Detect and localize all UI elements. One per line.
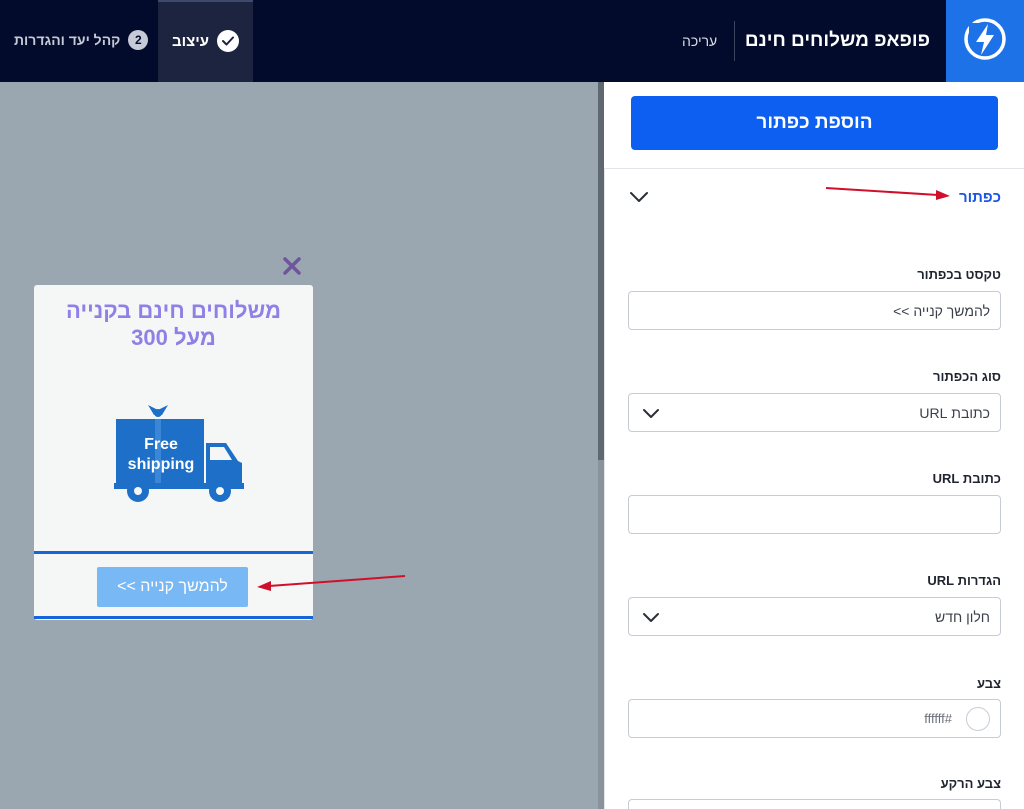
popup-preview[interactable]: משלוחים חינם בקנייה מעל 300 Free shippin… — [34, 285, 313, 620]
check-icon — [217, 30, 240, 52]
button-text-label: טקסט בכפתור — [917, 267, 1001, 282]
button-type-select[interactable]: כתובת URL — [628, 393, 1001, 432]
step-number-badge: 2 — [128, 30, 149, 50]
truck-text-free: Free — [144, 436, 178, 453]
url-label: כתובת URL — [932, 471, 1001, 486]
top-bar: 2 קהל יעד והגדרות עיצוב עריכה פופאפ משלו… — [0, 0, 1024, 82]
close-icon[interactable] — [280, 254, 304, 278]
button-text-input[interactable]: להמשך קנייה >> — [628, 291, 1001, 330]
color-swatch[interactable] — [966, 707, 990, 731]
url-settings-label: הגדרות URL — [927, 573, 1001, 588]
tab-audience-label: קהל יעד והגדרות — [14, 32, 121, 48]
tab-audience-settings[interactable]: 2 קהל יעד והגדרות — [14, 30, 149, 50]
chevron-down-icon[interactable] — [629, 190, 649, 209]
section-title-button[interactable]: כפתור — [959, 189, 1001, 206]
popup-divider-bottom — [34, 616, 313, 619]
app-title: פופאפ משלוחים חינם — [744, 30, 930, 51]
url-input[interactable] — [628, 495, 1001, 534]
bolt-icon — [961, 15, 1009, 68]
edit-link[interactable]: עריכה — [682, 33, 717, 49]
app-logo[interactable] — [946, 0, 1024, 82]
popup-divider-top — [34, 551, 313, 554]
url-settings-select[interactable]: חלון חדש — [628, 597, 1001, 636]
button-text-value: להמשך קנייה >> — [893, 303, 990, 319]
popup-title: משלוחים חינם בקנייה מעל 300 — [66, 298, 281, 350]
tab-design-label: עיצוב — [171, 32, 210, 50]
color-value: ffffff# — [924, 711, 952, 726]
chevron-down-icon — [642, 406, 660, 424]
color-label: צבע — [976, 676, 1001, 691]
header-divider — [734, 21, 735, 61]
free-shipping-truck-image: Free shipping — [114, 403, 244, 508]
color-input[interactable]: ffffff# — [628, 699, 1001, 738]
settings-panel: הוספת כפתור כפתור טקסט בכפתור להמשך קניי… — [604, 82, 1024, 809]
truck-text-shipping: shipping — [128, 456, 195, 473]
bg-color-label: צבע הרקע — [940, 776, 1001, 791]
bg-color-input[interactable] — [628, 799, 1001, 809]
add-button-button[interactable]: הוספת כפתור — [631, 96, 998, 150]
url-settings-value: חלון חדש — [935, 609, 990, 625]
popup-continue-button[interactable]: להמשך קנייה >> — [97, 567, 248, 607]
chevron-down-icon — [642, 610, 660, 628]
button-type-label: סוג הכפתור — [932, 369, 1001, 384]
tab-design[interactable]: עיצוב — [158, 0, 253, 82]
button-type-value: כתובת URL — [919, 405, 990, 421]
